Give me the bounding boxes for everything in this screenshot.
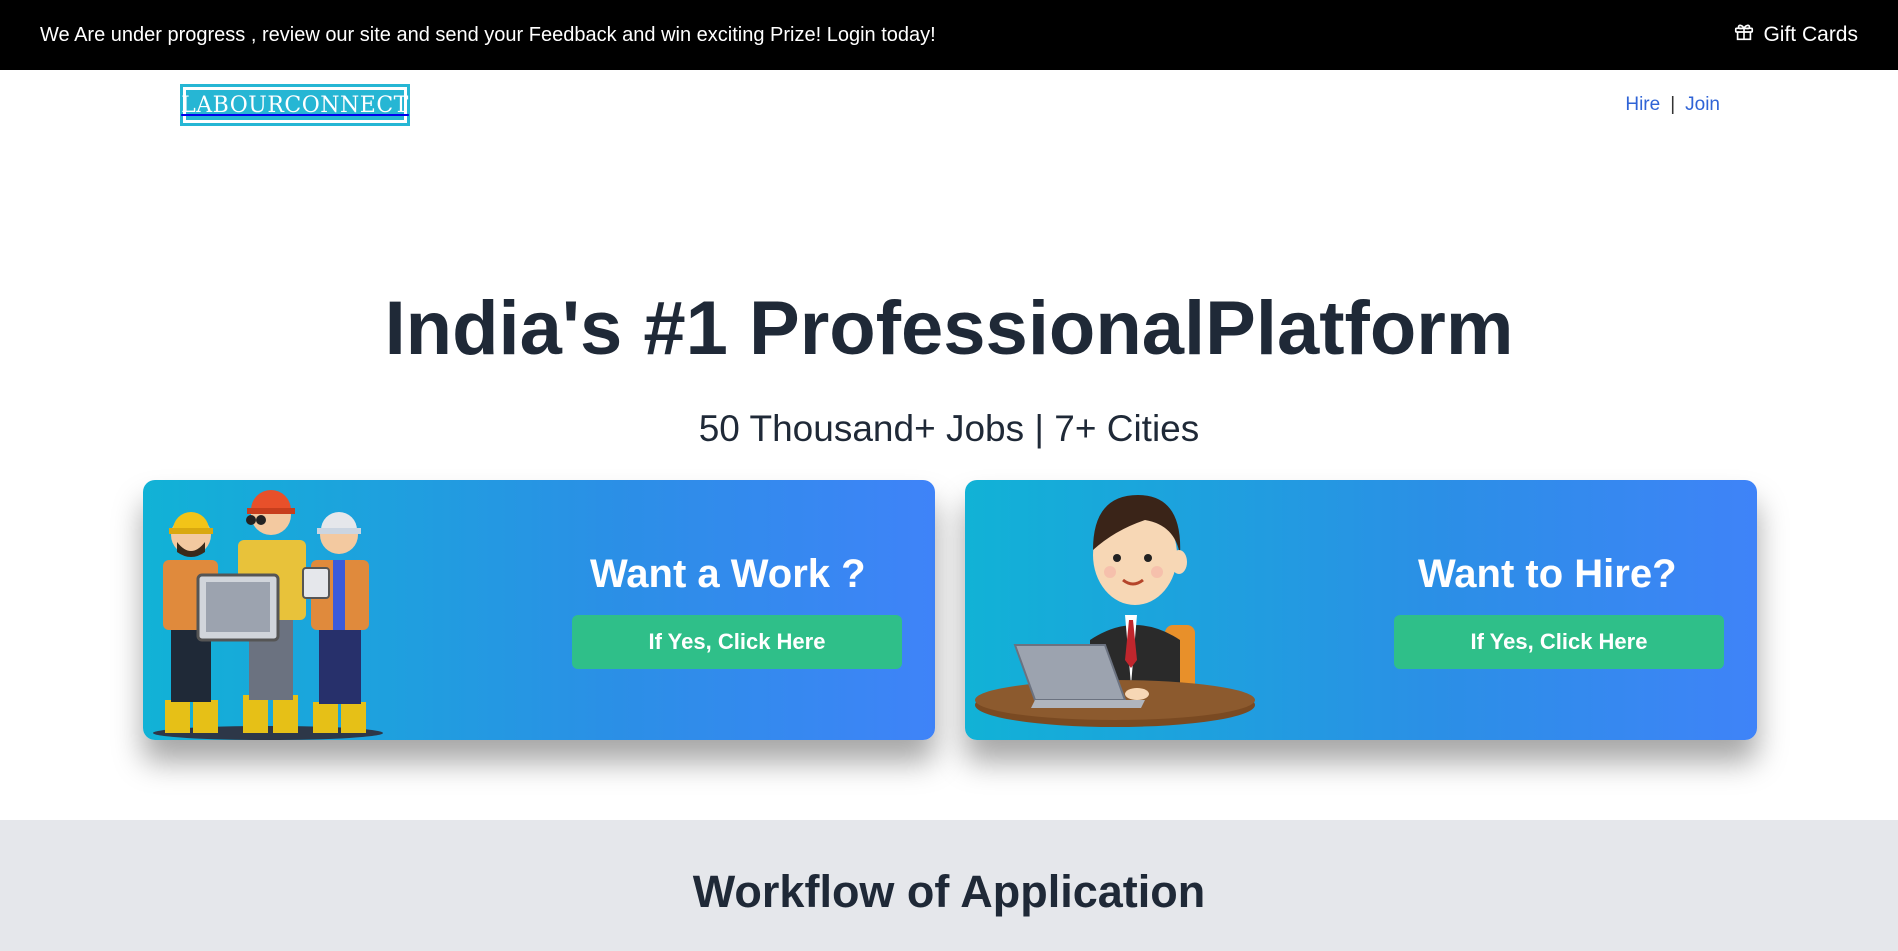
work-cta-button[interactable]: If Yes, Click Here xyxy=(572,615,902,669)
hero-subtitle: 50 Thousand+ Jobs | 7+ Cities xyxy=(698,408,1200,449)
gift-cards-label: Gift Cards xyxy=(1763,23,1858,46)
nav-links: Hire | Join xyxy=(1625,94,1720,116)
hero-title: India's #1 ProfessionalPlatform xyxy=(384,286,1514,371)
promo-text: We Are under progress , review our site … xyxy=(40,23,936,46)
want-work-heading: Want a Work ? xyxy=(590,552,866,596)
announcement-bar: We Are under progress , review our site … xyxy=(0,0,1898,70)
hire-cta-button[interactable]: If Yes, Click Here xyxy=(1394,615,1724,669)
want-hire-heading: Want to Hire? xyxy=(1418,552,1677,596)
nav-join-link[interactable]: Join xyxy=(1685,94,1720,116)
gift-cards-link[interactable]: Gift Cards xyxy=(1733,21,1858,49)
site-logo[interactable]: LABOURCONNECT xyxy=(180,84,410,126)
businessman-illustration xyxy=(975,495,1255,727)
nav-separator: | xyxy=(1670,94,1676,115)
construction-workers-illustration xyxy=(153,490,383,740)
logo-text: LABOURCONNECT xyxy=(181,90,408,120)
gift-icon xyxy=(1733,21,1755,49)
workflow-title: Workflow of Application xyxy=(692,866,1206,917)
want-work-card: Want a Work ? If Yes, Click Here xyxy=(143,480,935,740)
want-hire-card: Want to Hire? If Yes, Click Here xyxy=(965,480,1757,740)
workflow-section: Workflow of Application xyxy=(0,820,1898,951)
navbar: LABOURCONNECT Hire | Join xyxy=(0,70,1898,140)
nav-hire-link[interactable]: Hire xyxy=(1625,94,1660,116)
